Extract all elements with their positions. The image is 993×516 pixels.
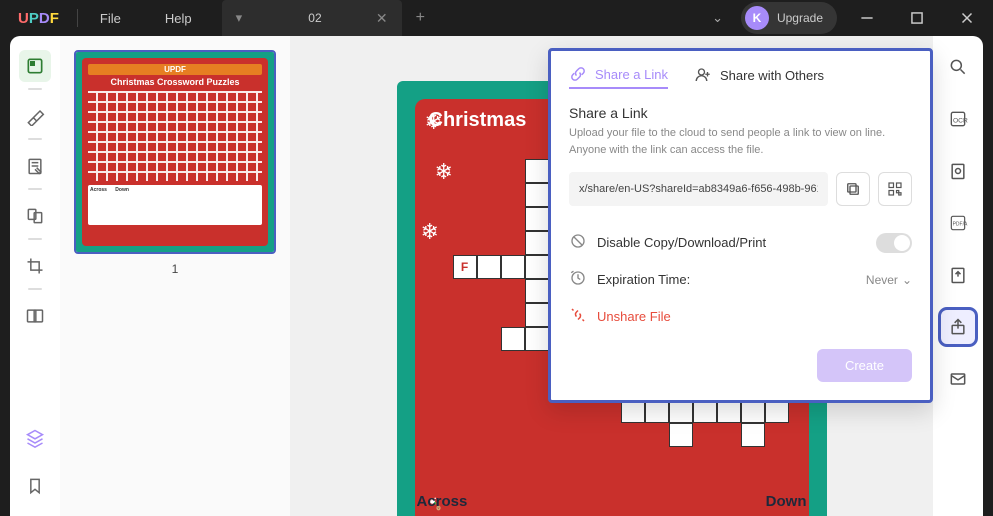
upgrade-button[interactable]: K Upgrade (741, 2, 837, 34)
share-tool[interactable] (941, 310, 975, 344)
new-tab-button[interactable]: + (402, 9, 439, 27)
copy-link-button[interactable] (836, 172, 870, 206)
bookmark-tool[interactable] (19, 470, 51, 502)
menu-help[interactable]: Help (143, 11, 214, 26)
right-toolbar: OCR PDF/A (933, 36, 983, 516)
app-logo: UPDF (0, 10, 77, 27)
clock-icon (569, 269, 587, 290)
ocr-tool[interactable]: OCR (941, 102, 975, 136)
export-tool[interactable] (941, 258, 975, 292)
thumbnail-page-number: 1 (74, 262, 276, 276)
edit-tool[interactable] (19, 150, 51, 182)
document-tab[interactable]: ▾ 02 ✕ (222, 0, 402, 36)
title-bar: UPDF File Help ▾ 02 ✕ + ⌄ K Upgrade (0, 0, 993, 36)
user-avatar: K (745, 6, 769, 30)
qr-icon (886, 180, 904, 198)
unlink-icon (569, 306, 587, 327)
share-dialog: Share a Link Share with Others Share a L… (548, 48, 933, 403)
snowflake-icon: ❄ (425, 109, 443, 135)
share-heading: Share a Link (569, 105, 912, 121)
pdfa-tool[interactable]: PDF/A (941, 206, 975, 240)
across-label: Across (417, 493, 468, 510)
maximize-button[interactable] (897, 2, 937, 34)
history-dropdown-icon[interactable]: ⌄ (704, 6, 731, 30)
link-icon (569, 65, 587, 83)
share-link-tab[interactable]: Share a Link (569, 65, 668, 89)
left-toolbar (10, 36, 60, 516)
page-thumbnail[interactable]: UPDF Christmas Crossword Puzzles Across … (74, 50, 276, 254)
unshare-option[interactable]: Unshare File (569, 298, 912, 335)
menu-file[interactable]: File (78, 11, 143, 26)
snowflake-icon: ❄ (421, 219, 439, 245)
thumb-title: Christmas Crossword Puzzles (88, 77, 262, 87)
down-label: Down (766, 493, 807, 510)
share-description: Upload your file to the cloud to send pe… (569, 125, 912, 158)
search-tool[interactable] (941, 50, 975, 84)
minimize-button[interactable] (847, 2, 887, 34)
highlight-tool[interactable] (19, 100, 51, 132)
tab-close-icon[interactable]: ✕ (376, 10, 388, 27)
close-window-button[interactable] (947, 2, 987, 34)
compare-tool[interactable] (19, 300, 51, 332)
disable-icon (569, 232, 587, 253)
thumbnails-tool[interactable] (19, 50, 51, 82)
disable-copy-option: Disable Copy/Download/Print (569, 224, 912, 261)
organize-tool[interactable] (19, 200, 51, 232)
person-add-icon (694, 66, 712, 84)
svg-text:PDF/A: PDF/A (953, 222, 968, 228)
watermark-tool[interactable] (941, 154, 975, 188)
share-others-tab[interactable]: Share with Others (694, 66, 824, 88)
copy-icon (844, 180, 862, 198)
expiration-dropdown[interactable]: Never ⌄ (866, 273, 912, 287)
layers-tool[interactable] (19, 422, 51, 454)
crop-tool[interactable] (19, 250, 51, 282)
mail-tool[interactable] (941, 362, 975, 396)
tab-dropdown-icon[interactable]: ▾ (236, 10, 243, 26)
qr-code-button[interactable] (878, 172, 912, 206)
upgrade-label: Upgrade (777, 11, 823, 25)
thumbnail-panel: UPDF Christmas Crossword Puzzles Across … (60, 36, 290, 516)
share-link-input[interactable] (569, 172, 828, 206)
expiration-option: Expiration Time: Never ⌄ (569, 261, 912, 298)
thumb-brand: UPDF (88, 64, 262, 75)
disable-copy-toggle[interactable] (876, 233, 912, 253)
create-button[interactable]: Create (817, 349, 912, 382)
chevron-down-icon: ⌄ (902, 273, 912, 287)
tab-label: 02 (254, 11, 376, 25)
svg-text:OCR: OCR (953, 117, 968, 124)
